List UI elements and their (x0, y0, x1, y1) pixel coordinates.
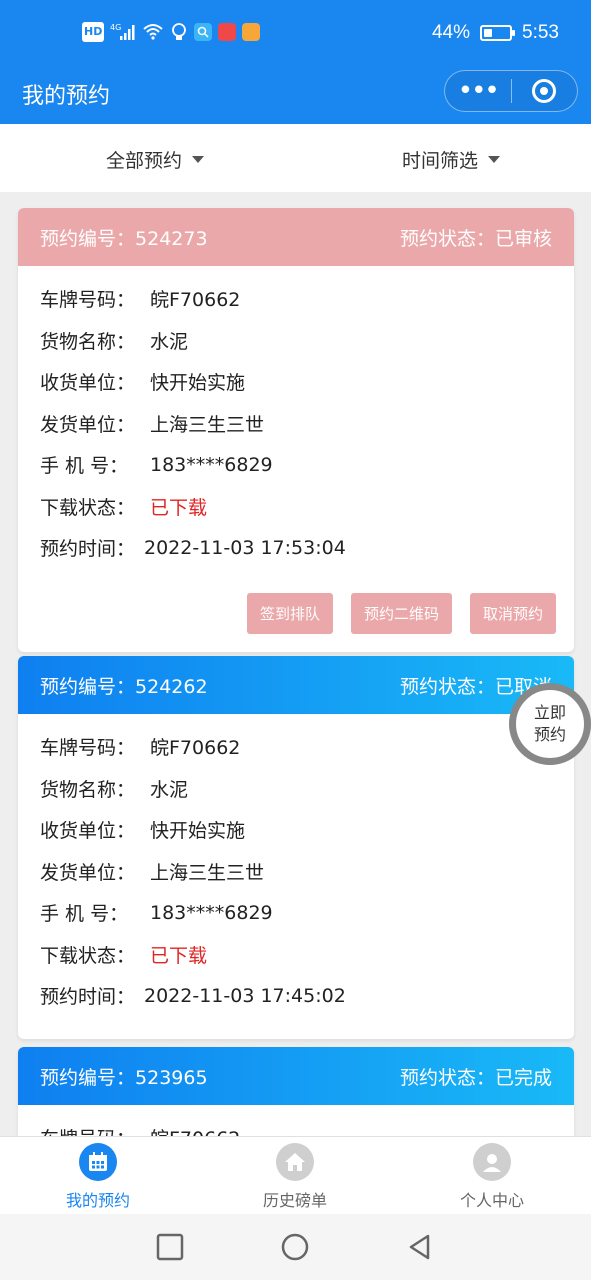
tab-my-reservations[interactable]: 我的预约 (28, 1143, 168, 1211)
phone-row: 手 机 号： 183****6829 (40, 901, 273, 926)
tab-label: 个人中心 (459, 1191, 524, 1210)
order-number: 预约编号：524273 (40, 227, 208, 250)
download-row: 下载状态： 已下载 (40, 496, 208, 519)
receiver-row: 收货单位： 快开始实施 (40, 820, 246, 843)
plate-row: 车牌号码：皖F70662 (40, 1117, 574, 1136)
qr-code-button[interactable]: 预约二维码 (350, 592, 452, 634)
reservation-card[interactable]: 预约编号：523965 预约状态：已完成 车牌号码：皖F70662 (18, 1047, 574, 1136)
search-app-icon (194, 23, 213, 41)
page-title: 我的预约 (22, 84, 111, 109)
store-app-icon (242, 23, 261, 41)
goods-row: 货物名称： 水泥 (40, 778, 189, 801)
reservation-card[interactable]: 预约编号：524262 预约状态：已取消 车牌号码： 皖F70662 货物名称：水… (18, 656, 574, 1039)
time-row: 预约时间： 2022-11-03 17:53:04 (40, 536, 346, 561)
home-nav-icon[interactable] (281, 1233, 309, 1261)
goods-row: 货物名称： 水泥 (40, 330, 189, 353)
back-icon[interactable] (406, 1233, 434, 1261)
phone-row: 手 机 号： 183****6829 (40, 453, 273, 478)
battery-fill (484, 29, 493, 37)
filter-time[interactable]: 时间筛选 (402, 146, 501, 173)
book-now-line1: 立即 (533, 703, 566, 722)
order-status: 预约状态：已审核 (399, 227, 552, 250)
cancel-reservation-button[interactable]: 取消预约 (469, 592, 556, 634)
card-body: 车牌号码： 皖F70662 货物名称： 水泥 收货单位： 快开始实施 发货单位： 上海三… (18, 266, 574, 569)
calendar-icon (79, 1143, 117, 1181)
filter-bar: 全部预约 时间筛选 (0, 124, 591, 192)
battery-percent: 44% (431, 22, 471, 43)
plate-row: 车牌号码：皖F70662 (40, 289, 241, 312)
status-bar: HD 4G 44% 5:53 (0, 0, 591, 70)
book-now-float-button[interactable]: 立即 预约 (509, 683, 591, 765)
card-header: 预约编号：524262 预约状态：已取消 (18, 656, 574, 714)
close-miniprogram-icon[interactable] (512, 79, 578, 103)
filter-time-label: 时间筛选 (402, 150, 479, 172)
hd-icon: HD (82, 22, 105, 42)
book-now-line2: 预约 (533, 725, 566, 744)
receiver-row: 收货单位： 快开始实施 (40, 372, 246, 395)
caret-down-icon (192, 156, 205, 163)
sender-row: 发货单位： 上海三生三世 (40, 861, 265, 884)
tab-personal-center[interactable]: 个人中心 (422, 1143, 562, 1211)
plate-row: 车牌号码：皖F70662 (40, 737, 241, 760)
book-app-icon (218, 23, 237, 41)
order-status: 预约状态：已完成 (399, 1066, 552, 1089)
card-header: 预约编号：523965 预约状态：已完成 (18, 1047, 574, 1105)
card-body: 车牌号码：皖F70662 (18, 1105, 574, 1136)
bulb-icon (170, 22, 188, 42)
battery-icon (480, 25, 516, 41)
sender-row: 发货单位： 上海三生三世 (40, 413, 265, 436)
status-icons: HD 4G (82, 22, 261, 42)
filter-all-reservations[interactable]: 全部预约 (106, 146, 205, 173)
order-number: 预约编号：524262 (40, 675, 208, 698)
tab-history-weighbill[interactable]: 历史磅单 (225, 1143, 365, 1211)
more-icon[interactable]: ••• (445, 70, 511, 112)
tab-bar: 我的预约 历史磅单 个人中心 (0, 1136, 591, 1214)
signal-icon: 4G (110, 22, 136, 42)
time-row: 预约时间： 2022-11-03 17:45:02 (40, 984, 346, 1009)
reservation-card[interactable]: 预约编号：524273 预约状态：已审核 车牌号码： 皖F70662 货物名称：水… (18, 208, 574, 652)
wifi-icon (142, 22, 164, 42)
network-4g-text: 4G (110, 23, 121, 32)
order-number: 预约编号：523965 (40, 1066, 208, 1089)
tab-label: 历史磅单 (262, 1191, 327, 1210)
status-right: 44% 5:53 (432, 22, 559, 44)
card-header: 预约编号：524273 预约状态：已审核 (18, 208, 574, 266)
card-body: 车牌号码： 皖F70662 货物名称： 水泥 收货单位： 快开始实施 发货单位： 上海三… (18, 714, 574, 1039)
nav-bar: 我的预约 ••• (0, 70, 591, 124)
download-row: 下载状态： 已下载 (40, 944, 208, 967)
tab-label: 我的预约 (65, 1191, 130, 1210)
user-icon (473, 1143, 511, 1181)
caret-down-icon (488, 156, 501, 163)
clock-time: 5:53 (522, 22, 559, 43)
miniprogram-capsule: ••• (444, 70, 578, 112)
check-in-queue-button[interactable]: 签到排队 (246, 592, 333, 634)
home-icon (276, 1143, 314, 1181)
filter-all-label: 全部预约 (106, 150, 183, 172)
system-nav-bar (0, 1214, 591, 1280)
recent-apps-icon[interactable] (156, 1233, 184, 1261)
card-actions: 签到排队 预约二维码 取消预约 (18, 569, 574, 652)
